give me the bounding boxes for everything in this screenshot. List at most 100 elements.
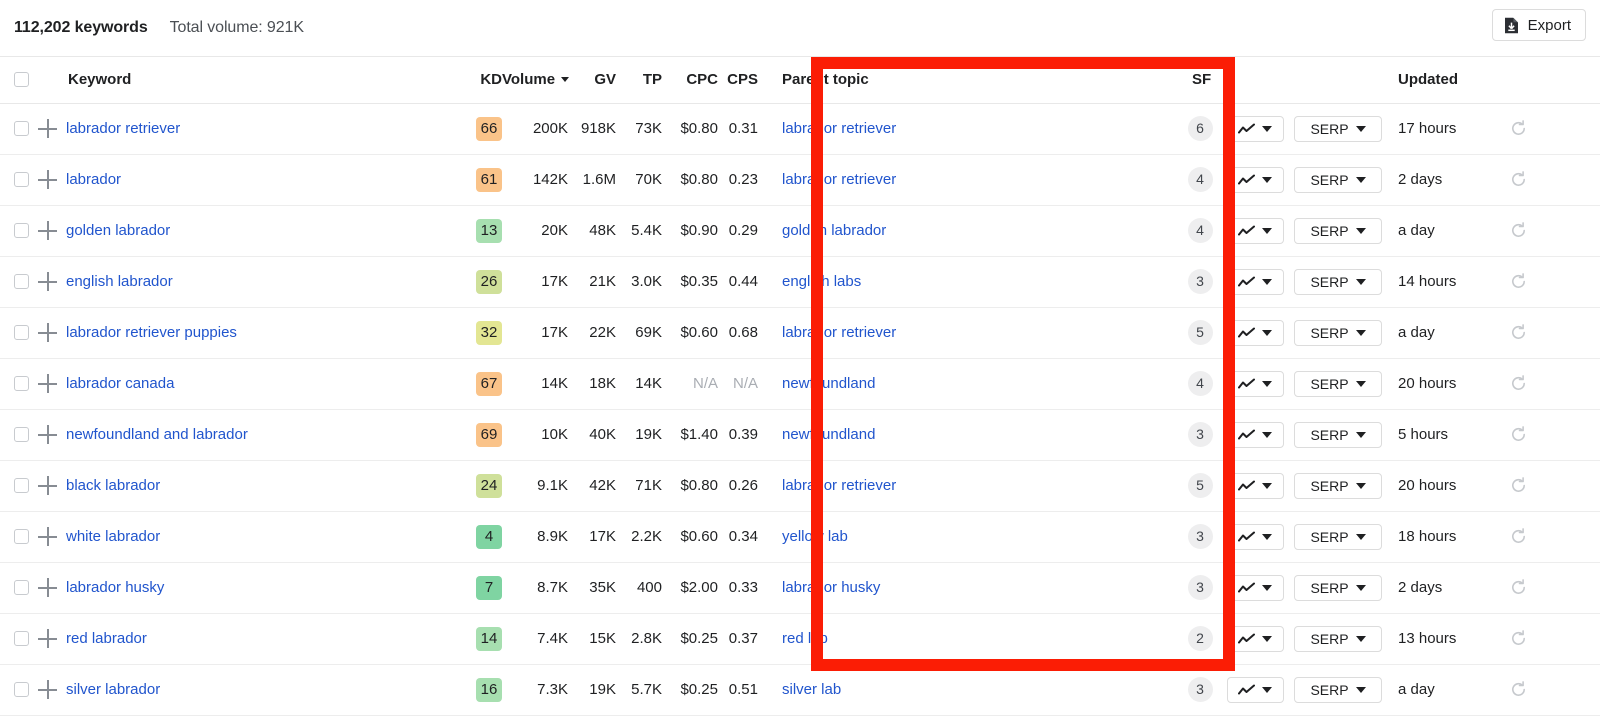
keyword-link[interactable]: newfoundland and labrador — [66, 426, 248, 443]
keyword-link[interactable]: white labrador — [66, 528, 160, 545]
keyword-link[interactable]: labrador — [66, 171, 121, 188]
row-checkbox[interactable] — [14, 121, 29, 136]
sparkline-dropdown-button[interactable] — [1226, 472, 1284, 499]
table-row[interactable]: labrador 61 142K 1.6M 70K $0.80 0.23 labrador r… — [0, 154, 1600, 206]
parent-topic-link[interactable]: labrador retriever — [782, 477, 896, 494]
keyword-link[interactable]: black labrador — [66, 477, 160, 494]
keyword-link[interactable]: red labrador — [66, 630, 147, 647]
table-row[interactable]: white labrador 4 8.9K 17K 2.2K $0.60 0.34 yello… — [0, 511, 1600, 563]
sparkline-dropdown-button[interactable] — [1226, 625, 1284, 652]
refresh-icon[interactable] — [1510, 426, 1600, 443]
refresh-icon[interactable] — [1510, 324, 1600, 341]
keyword-link[interactable]: labrador husky — [66, 579, 164, 596]
table-row[interactable]: english labrador 26 17K 21K 3.0K $0.35 0.44 eng… — [0, 256, 1600, 308]
refresh-icon[interactable] — [1510, 477, 1600, 494]
table-row[interactable]: golden labrador 13 20K 48K 5.4K $0.90 0.29 gold… — [0, 205, 1600, 257]
parent-topic-link[interactable]: labrador retriever — [782, 120, 896, 137]
row-checkbox[interactable] — [14, 274, 29, 289]
add-to-list-icon[interactable] — [38, 475, 58, 496]
column-header-cps[interactable]: CPS — [718, 57, 758, 104]
refresh-icon[interactable] — [1510, 171, 1600, 188]
parent-topic-link[interactable]: yellow lab — [782, 528, 848, 545]
row-checkbox[interactable] — [14, 529, 29, 544]
sparkline-dropdown-button[interactable] — [1226, 217, 1284, 244]
column-header-gv[interactable]: GV — [568, 57, 616, 104]
sparkline-dropdown-button[interactable] — [1226, 421, 1284, 448]
serp-dropdown-button[interactable]: SERP — [1294, 217, 1382, 244]
refresh-icon[interactable] — [1510, 273, 1600, 290]
row-checkbox[interactable] — [14, 376, 29, 391]
table-row[interactable]: black labrador 24 9.1K 42K 71K $0.80 0.26 labra… — [0, 460, 1600, 512]
serp-dropdown-button[interactable]: SERP — [1294, 115, 1382, 142]
refresh-icon[interactable] — [1510, 528, 1600, 545]
serp-dropdown-button[interactable]: SERP — [1294, 268, 1382, 295]
add-to-list-icon[interactable] — [38, 373, 58, 394]
refresh-icon[interactable] — [1510, 630, 1600, 647]
export-button[interactable]: Export — [1491, 9, 1586, 41]
keyword-link[interactable]: silver labrador — [66, 681, 160, 698]
row-checkbox[interactable] — [14, 631, 29, 646]
table-row[interactable]: labrador canada 67 14K 18K 14K N/A N/A newfound… — [0, 358, 1600, 410]
column-header-updated[interactable]: Updated — [1388, 57, 1502, 104]
table-row[interactable]: labrador retriever 66 200K 918K 73K $0.80 0.31… — [0, 103, 1600, 155]
serp-dropdown-button[interactable]: SERP — [1294, 523, 1382, 550]
keyword-link[interactable]: labrador retriever puppies — [66, 324, 237, 341]
column-header-cpc[interactable]: CPC — [662, 57, 718, 104]
serp-dropdown-button[interactable]: SERP — [1294, 625, 1382, 652]
parent-topic-link[interactable]: english labs — [782, 273, 861, 290]
row-checkbox[interactable] — [14, 427, 29, 442]
add-to-list-icon[interactable] — [38, 220, 58, 241]
row-checkbox[interactable] — [14, 682, 29, 697]
add-to-list-icon[interactable] — [38, 169, 58, 190]
add-to-list-icon[interactable] — [38, 577, 58, 598]
sparkline-dropdown-button[interactable] — [1226, 115, 1284, 142]
column-header-sf[interactable]: SF — [1178, 57, 1222, 104]
row-checkbox[interactable] — [14, 580, 29, 595]
sparkline-dropdown-button[interactable] — [1226, 319, 1284, 346]
keyword-link[interactable]: labrador retriever — [66, 120, 180, 137]
parent-topic-link[interactable]: labrador husky — [782, 579, 880, 596]
refresh-icon[interactable] — [1510, 120, 1600, 137]
serp-dropdown-button[interactable]: SERP — [1294, 166, 1382, 193]
sparkline-dropdown-button[interactable] — [1226, 676, 1284, 703]
keyword-link[interactable]: labrador canada — [66, 375, 174, 392]
serp-dropdown-button[interactable]: SERP — [1294, 574, 1382, 601]
table-row[interactable]: labrador husky 7 8.7K 35K 400 $2.00 0.33 labrad… — [0, 562, 1600, 614]
row-checkbox[interactable] — [14, 325, 29, 340]
parent-topic-link[interactable]: labrador retriever — [782, 324, 896, 341]
serp-dropdown-button[interactable]: SERP — [1294, 421, 1382, 448]
sparkline-dropdown-button[interactable] — [1226, 574, 1284, 601]
parent-topic-link[interactable]: newfoundland — [782, 375, 875, 392]
table-row[interactable]: silver labrador 16 7.3K 19K 5.7K $0.25 0.51 sil… — [0, 664, 1600, 716]
column-header-parent-topic[interactable]: Parent topic — [758, 57, 1178, 104]
add-to-list-icon[interactable] — [38, 271, 58, 292]
add-to-list-icon[interactable] — [38, 118, 58, 139]
sparkline-dropdown-button[interactable] — [1226, 268, 1284, 295]
column-header-keyword[interactable]: Keyword — [66, 57, 462, 104]
add-to-list-icon[interactable] — [38, 322, 58, 343]
table-row[interactable]: labrador retriever puppies 32 17K 22K 69K $0.… — [0, 307, 1600, 359]
add-to-list-icon[interactable] — [38, 679, 58, 700]
table-row[interactable]: red labrador 14 7.4K 15K 2.8K $0.25 0.37 red la… — [0, 613, 1600, 665]
parent-topic-link[interactable]: red lab — [782, 630, 828, 647]
select-all-checkbox[interactable] — [14, 72, 29, 88]
keyword-link[interactable]: english labrador — [66, 273, 173, 290]
refresh-icon[interactable] — [1510, 222, 1600, 239]
serp-dropdown-button[interactable]: SERP — [1294, 676, 1382, 703]
parent-topic-link[interactable]: labrador retriever — [782, 171, 896, 188]
column-header-volume[interactable]: Volume — [502, 57, 570, 104]
serp-dropdown-button[interactable]: SERP — [1294, 370, 1382, 397]
serp-dropdown-button[interactable]: SERP — [1294, 472, 1382, 499]
refresh-icon[interactable] — [1510, 579, 1600, 596]
column-header-tp[interactable]: TP — [616, 57, 662, 104]
serp-dropdown-button[interactable]: SERP — [1294, 319, 1382, 346]
parent-topic-link[interactable]: golden labrador — [782, 222, 886, 239]
row-checkbox[interactable] — [14, 478, 29, 493]
add-to-list-icon[interactable] — [38, 628, 58, 649]
refresh-icon[interactable] — [1510, 375, 1600, 392]
parent-topic-link[interactable]: silver lab — [782, 681, 841, 698]
column-header-kd[interactable]: KD — [462, 57, 502, 104]
row-checkbox[interactable] — [14, 223, 29, 238]
sparkline-dropdown-button[interactable] — [1226, 370, 1284, 397]
table-row[interactable]: newfoundland and labrador 69 10K 40K 19K $1.4… — [0, 409, 1600, 461]
